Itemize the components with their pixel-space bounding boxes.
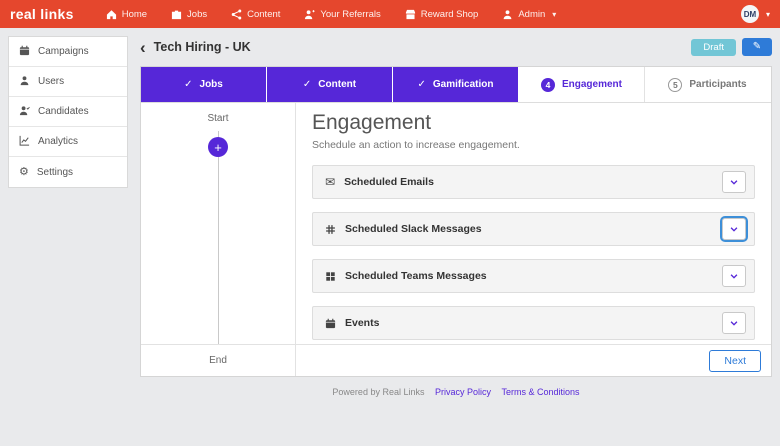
- engagement-section: Engagement Schedule an action to increas…: [296, 103, 771, 344]
- step-number: 5: [668, 78, 682, 92]
- sidebar-item-candidates[interactable]: Candidates: [9, 97, 127, 127]
- timeline-end-label: End: [141, 345, 296, 376]
- primary-nav: Home Jobs Content Your Referrals Reward …: [96, 5, 737, 24]
- nav-item-content[interactable]: Content: [221, 5, 290, 24]
- gear-icon: ⚙: [19, 167, 29, 178]
- tab-gamification[interactable]: ✓ Gamification: [393, 67, 519, 102]
- terms-conditions-link[interactable]: Terms & Conditions: [502, 387, 580, 397]
- check-icon: ✓: [184, 79, 192, 90]
- nav-label: Your Referrals: [320, 9, 380, 20]
- timeline-column: Start +: [141, 103, 296, 344]
- referral-person-icon: [304, 9, 315, 20]
- chevron-down-icon[interactable]: ▾: [766, 10, 770, 19]
- user-icon: [19, 75, 30, 89]
- briefcase-icon: [171, 9, 182, 20]
- campaign-card: ✓ Jobs ✓ Content ✓ Gamification 4 Engage…: [140, 66, 772, 377]
- email-icon: ✉: [325, 176, 335, 188]
- calendar-icon: [19, 45, 30, 59]
- analytics-icon: [19, 135, 30, 149]
- tab-label: Content: [318, 79, 356, 90]
- tab-label: Engagement: [562, 79, 622, 90]
- step-number: 4: [541, 78, 555, 92]
- nav-item-your-referrals[interactable]: Your Referrals: [294, 5, 390, 24]
- panel-label: Scheduled Emails: [344, 176, 722, 188]
- account-menu[interactable]: DM ▾: [741, 5, 770, 23]
- avatar[interactable]: DM: [741, 5, 759, 23]
- expand-teams-button[interactable]: [722, 265, 746, 287]
- sidebar-item-campaigns[interactable]: Campaigns: [9, 37, 127, 67]
- share-icon: [231, 9, 242, 20]
- tab-label: Gamification: [433, 79, 494, 90]
- timeline-line: [218, 131, 219, 344]
- status-badge: Draft: [691, 39, 736, 56]
- tab-participants[interactable]: 5 Participants: [645, 67, 771, 102]
- expand-emails-button[interactable]: [722, 171, 746, 193]
- panel-label: Scheduled Slack Messages: [345, 223, 722, 235]
- pencil-icon: ✎: [753, 41, 761, 52]
- page-title: Tech Hiring - UK: [154, 40, 692, 54]
- check-icon: ✓: [418, 79, 426, 90]
- page-layout: Campaigns Users Candidates Analytics ⚙ S…: [0, 28, 780, 405]
- powered-by-text: Powered by Real Links: [332, 387, 424, 397]
- tab-jobs[interactable]: ✓ Jobs: [141, 67, 267, 102]
- nav-label: Jobs: [187, 9, 207, 20]
- app-logo[interactable]: real links: [10, 6, 74, 22]
- sidebar: Campaigns Users Candidates Analytics ⚙ S…: [8, 36, 128, 188]
- check-icon: ✓: [303, 79, 311, 90]
- nav-label: Home: [122, 9, 147, 20]
- sidebar-item-users[interactable]: Users: [9, 67, 127, 97]
- section-title: Engagement: [312, 111, 755, 135]
- timeline-start-label: Start: [141, 103, 295, 124]
- sidebar-item-label: Settings: [37, 167, 73, 178]
- main-content: ‹ Tech Hiring - UK Draft ✎ ✓ Jobs ✓ Cont…: [132, 36, 772, 397]
- panel-scheduled-emails: ✉ Scheduled Emails: [312, 165, 755, 199]
- next-cell: Next: [296, 345, 771, 376]
- tab-label: Jobs: [200, 79, 223, 90]
- nav-label: Admin: [518, 9, 545, 20]
- chevron-down-icon: ▾: [552, 10, 556, 19]
- card-footer: End Next: [141, 344, 771, 376]
- page-footer: Powered by Real Links Privacy Policy Ter…: [140, 377, 772, 397]
- teams-icon: [325, 271, 336, 282]
- edit-button[interactable]: ✎: [742, 38, 772, 56]
- sidebar-item-label: Analytics: [38, 136, 78, 147]
- end-label: End: [209, 355, 227, 366]
- nav-item-reward-shop[interactable]: Reward Shop: [395, 5, 489, 24]
- sidebar-item-label: Candidates: [38, 106, 89, 117]
- section-subtitle: Schedule an action to increase engagemen…: [312, 139, 755, 151]
- expand-events-button[interactable]: [722, 312, 746, 334]
- nav-label: Content: [247, 9, 280, 20]
- candidate-icon: [19, 105, 30, 119]
- sidebar-item-analytics[interactable]: Analytics: [9, 127, 127, 157]
- slack-icon: [325, 224, 336, 235]
- stepper-tabs: ✓ Jobs ✓ Content ✓ Gamification 4 Engage…: [141, 67, 771, 103]
- panel-scheduled-slack-messages: Scheduled Slack Messages: [312, 212, 755, 246]
- tab-content[interactable]: ✓ Content: [267, 67, 393, 102]
- panel-label: Events: [345, 317, 722, 329]
- tab-engagement[interactable]: 4 Engagement: [519, 67, 645, 102]
- panel-scheduled-teams-messages: Scheduled Teams Messages: [312, 259, 755, 293]
- panel-events: Events: [312, 306, 755, 340]
- top-navbar: real links Home Jobs Content Your Referr…: [0, 0, 780, 28]
- admin-icon: [502, 9, 513, 20]
- nav-item-admin[interactable]: Admin ▾: [492, 5, 566, 24]
- next-button[interactable]: Next: [709, 350, 761, 372]
- campaign-header: ‹ Tech Hiring - UK Draft ✎: [140, 36, 772, 58]
- nav-item-home[interactable]: Home: [96, 5, 157, 24]
- privacy-policy-link[interactable]: Privacy Policy: [435, 387, 491, 397]
- tab-label: Participants: [689, 79, 746, 90]
- panel-label: Scheduled Teams Messages: [345, 270, 722, 282]
- card-body: Start + Engagement Schedule an action to…: [141, 103, 771, 344]
- nav-item-jobs[interactable]: Jobs: [161, 5, 217, 24]
- nav-label: Reward Shop: [421, 9, 479, 20]
- add-step-button[interactable]: +: [208, 137, 228, 157]
- calendar-icon: [325, 318, 336, 329]
- sidebar-item-label: Campaigns: [38, 46, 89, 57]
- home-icon: [106, 9, 117, 20]
- sidebar-item-label: Users: [38, 76, 64, 87]
- back-button[interactable]: ‹: [140, 39, 146, 56]
- shop-icon: [405, 9, 416, 20]
- sidebar-item-settings[interactable]: ⚙ Settings: [9, 157, 127, 187]
- expand-slack-button[interactable]: [722, 218, 746, 240]
